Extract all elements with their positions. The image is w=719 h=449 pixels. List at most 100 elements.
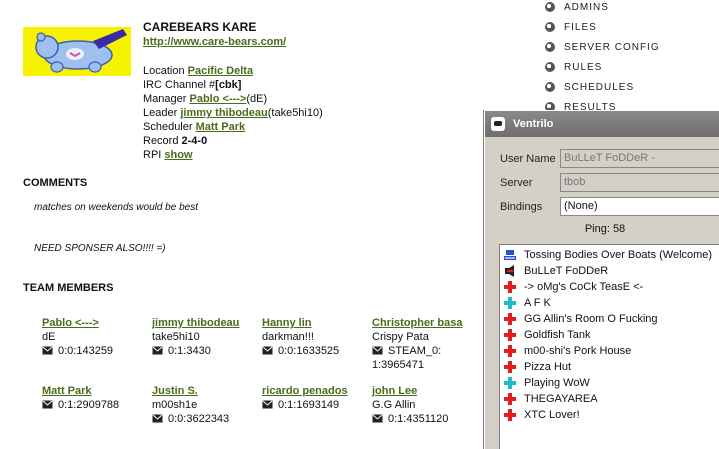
red-cross-icon — [504, 361, 516, 373]
member-alias: m00sh1e — [152, 399, 198, 411]
member-alias: darkman!!! — [262, 331, 314, 343]
menu-item-files[interactable]: FILES — [545, 17, 719, 37]
record-value: 2-4-0 — [181, 135, 208, 147]
mail-icon[interactable] — [152, 413, 163, 423]
mail-icon[interactable] — [42, 345, 53, 355]
member-card: Pablo <---> dE 0:0:143259 — [42, 316, 152, 358]
member-name-link[interactable]: Christopher basa — [372, 316, 482, 330]
rpi-label: RPI — [143, 149, 162, 161]
bullet-icon — [545, 2, 555, 12]
member-alias: Crispy Pata — [372, 331, 429, 343]
menu-item-server-config[interactable]: SERVER CONFIG — [545, 37, 719, 57]
team-url-link[interactable]: http://www.care-bears.com/ — [143, 36, 286, 48]
member-name-link[interactable]: jimmy thibodeau — [152, 316, 262, 330]
member-name-link[interactable]: john Lee — [372, 384, 482, 398]
channel-row[interactable]: Pizza Hut — [500, 359, 719, 375]
irc-label: IRC Channel # — [143, 79, 216, 91]
red-cross-icon — [504, 345, 516, 357]
cyan-cross-icon — [504, 377, 516, 389]
menu-item-rules[interactable]: RULES — [545, 57, 719, 77]
member-id: 0:0:143259 — [58, 345, 114, 357]
member-id: 0:0:3622343 — [168, 413, 230, 425]
mail-icon[interactable] — [42, 399, 53, 409]
ventrilo-logo-icon — [491, 117, 505, 131]
server-label: Server — [500, 177, 533, 189]
bindings-select[interactable]: (None) — [560, 197, 719, 216]
menu-item-admins[interactable]: ADMINS — [545, 0, 719, 17]
location-label: Location — [143, 65, 185, 77]
scheduler-link[interactable]: Matt Park — [196, 121, 246, 133]
channel-row[interactable]: XTC Lover! — [500, 407, 719, 423]
member-id: 0:1:4351120 — [388, 413, 449, 425]
mail-icon[interactable] — [262, 399, 273, 409]
channel-row[interactable]: THEGAYAREA — [500, 391, 719, 407]
red-cross-icon — [504, 409, 516, 421]
irc-channel: [cbk] — [215, 79, 242, 91]
member-name-link[interactable]: Justin S. — [152, 384, 262, 398]
manager-link[interactable]: Pablo <---> — [189, 93, 246, 105]
member-card: Christopher basa Crispy Pata STEAM_0: 1:… — [372, 316, 482, 372]
record-label: Record — [143, 135, 179, 147]
rpi-show-link[interactable]: show — [164, 149, 192, 161]
location-link[interactable]: Pacific Delta — [188, 65, 253, 77]
comments-title: COMMENTS — [23, 177, 88, 189]
team-name: CAREBEARS KARE — [143, 20, 257, 34]
channel-row[interactable]: m00-shi's Pork House — [500, 343, 719, 359]
member-id: 0:1:2909788 — [58, 399, 120, 411]
leader-alias: (take5hi10) — [267, 107, 323, 119]
team-logo — [23, 27, 131, 76]
member-id: 0:1:3430 — [168, 345, 211, 357]
channel-row[interactable]: Playing WoW — [500, 375, 719, 391]
menu-item-schedules[interactable]: SCHEDULES — [545, 77, 719, 97]
member-name-link[interactable]: ricardo penados — [262, 384, 372, 398]
bindings-label: Bindings — [500, 201, 543, 213]
member-alias: dE — [42, 331, 56, 343]
server-field[interactable]: tbob — [560, 173, 719, 192]
channel-row[interactable]: BuLLeT FoDDeR — [500, 263, 719, 279]
ventrilo-window: Ventrilo User Name BuLLeT FoDDeR - Serve… — [484, 110, 719, 449]
member-card: Hanny lin darkman!!! 0:0:1633525 — [262, 316, 372, 358]
server-icon — [504, 249, 516, 261]
manager-alias: (dE) — [246, 93, 268, 105]
user-name-label: User Name — [500, 153, 556, 165]
mail-icon[interactable] — [152, 345, 163, 355]
channel-row[interactable]: Goldfish Tank — [500, 327, 719, 343]
ventrilo-titlebar[interactable]: Ventrilo — [485, 111, 719, 137]
mail-icon[interactable] — [372, 413, 383, 423]
member-card: ricardo penados 0:1:1693149 — [262, 384, 372, 412]
member-name-link[interactable]: Hanny lin — [262, 316, 372, 330]
member-name-link[interactable]: Pablo <---> — [42, 316, 152, 330]
member-alias: G.G Allin — [372, 399, 416, 411]
user-name-field[interactable]: BuLLeT FoDDeR - — [560, 149, 719, 168]
member-name-link[interactable]: Matt Park — [42, 384, 152, 398]
channel-row[interactable]: -> oMg's CoCk TeasE <- — [500, 279, 719, 295]
member-card: jimmy thibodeau take5hi10 0:1:3430 — [152, 316, 262, 358]
channel-row[interactable]: A F K — [500, 295, 719, 311]
channel-row[interactable]: GG Allin's Room O Fucking — [500, 311, 719, 327]
bullet-icon — [545, 22, 555, 32]
member-card: Justin S. m00sh1e 0:0:3622343 — [152, 384, 262, 426]
mail-icon[interactable] — [372, 345, 383, 355]
leader-link[interactable]: jimmy thibodeau — [180, 107, 267, 119]
red-cross-icon — [504, 393, 516, 405]
mail-icon[interactable] — [262, 345, 273, 355]
leader-label: Leader — [143, 107, 178, 119]
ventrilo-title: Ventrilo — [513, 118, 554, 130]
member-id: 0:0:1633525 — [278, 345, 340, 357]
team-members-title: TEAM MEMBERS — [23, 282, 114, 294]
channel-list: Tossing Bodies Over Boats (Welcome) BuLL… — [499, 244, 719, 449]
red-cross-icon — [504, 281, 516, 293]
member-card: Matt Park 0:1:2909788 — [42, 384, 152, 412]
member-alias: take5hi10 — [152, 331, 200, 343]
member-card: john Lee G.G Allin 0:1:4351120 — [372, 384, 482, 426]
member-id-continued: 1:3965471 — [372, 359, 424, 371]
ping-readout: Ping: 58 — [584, 223, 626, 235]
comment-line: NEED SPONSER ALSO!!!! =) — [34, 243, 166, 254]
cyan-cross-icon — [504, 297, 516, 309]
bullet-icon — [545, 42, 555, 52]
comment-line: matches on weekends would be best — [34, 202, 198, 213]
admin-menu: ADMINS FILES SERVER CONFIG RULES SCHEDUL… — [545, 0, 719, 117]
manager-label: Manager — [143, 93, 187, 105]
channel-row[interactable]: Tossing Bodies Over Boats (Welcome) — [500, 247, 719, 263]
red-cross-icon — [504, 329, 516, 341]
